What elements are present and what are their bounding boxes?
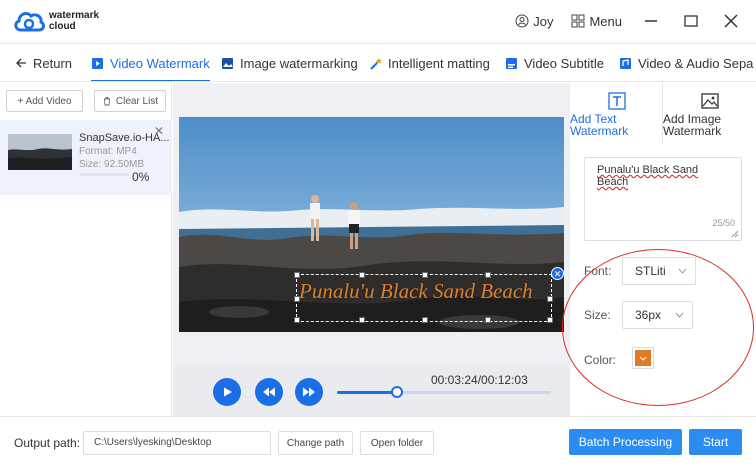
- user-account[interactable]: Joy: [515, 14, 553, 29]
- grid-menu-icon: [571, 14, 585, 28]
- seek-bar[interactable]: [337, 386, 551, 398]
- watermark-selection-box[interactable]: Punalu'u Black Sand Beach: [294, 272, 553, 323]
- tab-video-audio-separation[interactable]: Video & Audio Sepa: [619, 44, 754, 81]
- menu-label: Menu: [589, 13, 622, 29]
- output-path-field[interactable]: C:\Users\lyesking\Desktop: [83, 431, 271, 455]
- tab-label: Image watermarking: [240, 55, 358, 71]
- watermark-text-value: Punalu'u Black Sand Beach: [597, 164, 699, 188]
- image-icon: [701, 93, 719, 109]
- magic-wand-icon: [369, 57, 382, 70]
- user-name: Joy: [533, 13, 554, 29]
- image-icon: [221, 57, 234, 70]
- cloud-logo-icon: [14, 12, 45, 32]
- output-bar: Output path: C:\Users\lyesking\Desktop C…: [0, 416, 756, 466]
- text-icon: [608, 92, 626, 110]
- list-item[interactable]: SnapSave.io-HA... Format: MP4 Size: 92.5…: [0, 120, 172, 195]
- file-format: Format: MP4: [79, 146, 137, 157]
- seek-bar-handle[interactable]: [391, 386, 404, 398]
- tab-add-text-watermark[interactable]: Add Text Watermark: [570, 83, 662, 145]
- feature-nav: Return Video Watermark Image watermarkin…: [0, 44, 756, 82]
- resize-grip-icon[interactable]: [731, 230, 739, 238]
- file-list-panel: + Add Video Clear List SnapSave.io-HA...…: [0, 83, 172, 416]
- fast-forward-button[interactable]: [295, 378, 323, 406]
- close-icon: [724, 14, 738, 28]
- clear-list-button[interactable]: Clear List: [94, 90, 166, 112]
- resize-handle[interactable]: [294, 317, 300, 323]
- tab-label: Intelligent matting: [388, 55, 490, 71]
- return-label: Return: [33, 55, 73, 71]
- open-folder-button[interactable]: Open folder: [360, 431, 434, 455]
- play-icon: [224, 387, 232, 397]
- minimize-icon: [645, 20, 657, 22]
- video-icon: [91, 57, 104, 70]
- watermark-text-input[interactable]: Punalu'u Black Sand Beach 25/50: [584, 157, 742, 241]
- resize-handle[interactable]: [359, 317, 365, 323]
- tab-label: Add Text Watermark: [570, 112, 629, 138]
- audio-video-icon: [619, 57, 632, 70]
- tab-video-watermark[interactable]: Video Watermark: [91, 44, 210, 81]
- batch-processing-button[interactable]: Batch Processing: [569, 429, 682, 455]
- maximize-button[interactable]: [680, 10, 702, 32]
- file-progress-bar: [79, 173, 129, 176]
- return-button[interactable]: Return: [15, 44, 73, 81]
- fast-forward-icon: [303, 387, 315, 397]
- maximize-icon: [684, 15, 698, 27]
- resize-handle[interactable]: [359, 272, 365, 278]
- tab-label: Video Watermark: [110, 55, 210, 71]
- resize-handle[interactable]: [485, 317, 491, 323]
- tab-label: Add Image Watermark: [663, 112, 722, 138]
- menu-button[interactable]: Menu: [571, 14, 622, 29]
- remove-file-icon[interactable]: ✕: [154, 124, 164, 138]
- resize-handle[interactable]: [294, 296, 300, 302]
- file-progress-text: 0%: [132, 170, 150, 184]
- tab-label: Video Subtitle: [524, 55, 604, 71]
- remove-watermark-icon[interactable]: ✕: [551, 267, 564, 280]
- character-count: 25/50: [712, 218, 735, 228]
- subtitle-icon: [505, 57, 518, 70]
- resize-handle[interactable]: [547, 296, 553, 302]
- add-video-button[interactable]: + Add Video: [6, 90, 83, 112]
- annotation-circle: [562, 249, 754, 406]
- arrow-left-icon: [15, 57, 27, 69]
- tab-add-image-watermark[interactable]: Add Image Watermark: [663, 83, 756, 145]
- playback-controls: 00:03:24/00:12:03: [173, 367, 570, 416]
- resize-handle[interactable]: [422, 272, 428, 278]
- rewind-button[interactable]: [255, 378, 283, 406]
- tab-intelligent-matting[interactable]: Intelligent matting: [369, 44, 490, 81]
- play-button[interactable]: [213, 378, 241, 406]
- tab-image-watermarking[interactable]: Image watermarking: [221, 44, 358, 81]
- minimize-button[interactable]: [640, 10, 662, 32]
- resize-handle[interactable]: [422, 317, 428, 323]
- tab-video-subtitle[interactable]: Video Subtitle: [505, 44, 604, 81]
- resize-handle[interactable]: [294, 272, 300, 278]
- file-size: Size: 92.50MB: [79, 159, 145, 170]
- app-name: watermark cloud: [49, 10, 100, 32]
- resize-handle[interactable]: [485, 272, 491, 278]
- seek-bar-fill: [337, 391, 398, 394]
- start-button[interactable]: Start: [689, 429, 742, 455]
- close-window-button[interactable]: [720, 10, 742, 32]
- playback-time: 00:03:24/00:12:03: [431, 373, 528, 387]
- rewind-icon: [263, 387, 275, 397]
- trash-icon: [103, 97, 110, 106]
- preview-area: Punalu'u Black Sand Beach ✕ 00:03:24/00:…: [173, 83, 570, 416]
- title-bar: watermark cloud Joy Menu: [0, 0, 756, 44]
- output-path-label: Output path:: [14, 436, 81, 450]
- change-path-button[interactable]: Change path: [278, 431, 353, 455]
- tab-label: Video & Audio Sepa: [638, 55, 754, 71]
- video-preview[interactable]: Punalu'u Black Sand Beach ✕: [179, 117, 564, 332]
- watermark-text-overlay: Punalu'u Black Sand Beach: [299, 279, 533, 303]
- resize-handle[interactable]: [547, 317, 553, 323]
- user-icon: [515, 14, 529, 28]
- video-thumbnail: [8, 134, 72, 170]
- clear-list-label: Clear List: [115, 95, 159, 107]
